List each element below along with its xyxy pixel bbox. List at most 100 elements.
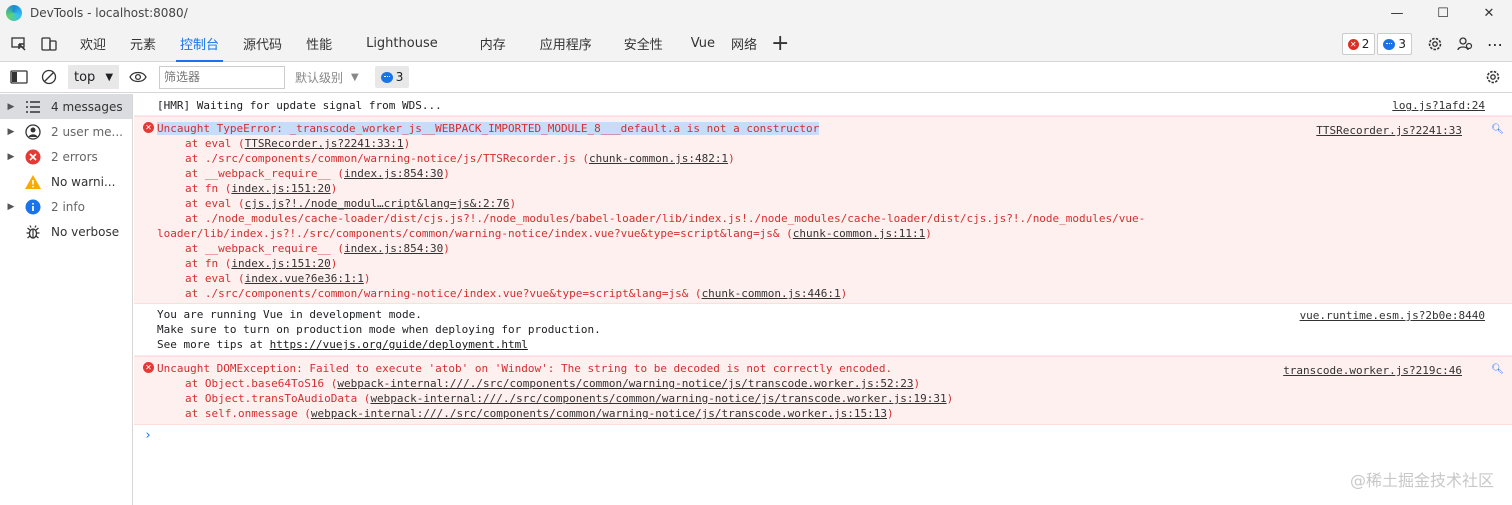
error-heading: Uncaught TypeError: _transcode_worker_js… — [157, 122, 820, 135]
chevron-down-icon: ▼ — [351, 71, 359, 83]
customize-icon[interactable] — [1450, 29, 1480, 59]
error-icon: ✕ — [143, 362, 154, 373]
sidebar-item-errors[interactable]: ▶ 2 errors — [0, 144, 132, 169]
issues-count-badge[interactable]: 3 — [1377, 33, 1412, 55]
context-selector[interactable]: top ▼ — [68, 65, 120, 89]
message-text: See more tips at https://vuejs.org/guide… — [157, 338, 528, 351]
source-link[interactable]: vue.runtime.esm.js?2b0e:8440 — [1300, 308, 1485, 323]
stack-frame: at ./src/components/common/warning-notic… — [185, 287, 848, 300]
stack-frame: at ./node_modules/cache-loader/dist/cjs.… — [185, 212, 1146, 225]
sidebar-item-messages[interactable]: ▶ 4 messages — [0, 94, 132, 119]
error-message: ✕ TTSRecorder.js?2241:33 🔍︎ Uncaught Typ… — [134, 116, 1512, 304]
minimize-button[interactable]: — — [1374, 0, 1420, 26]
source-link[interactable]: TTSRecorder.js?2241:33 — [1316, 123, 1462, 138]
sidebar-item-verbose[interactable]: No verbose — [0, 219, 132, 244]
search-icon[interactable]: 🔍︎ — [1491, 362, 1504, 377]
edge-logo-icon — [6, 5, 22, 21]
console-settings-gear-icon[interactable] — [1478, 62, 1508, 92]
log-message: [HMR] Waiting for update signal from WDS… — [134, 94, 1512, 116]
user-icon — [22, 123, 44, 140]
stack-link[interactable]: index.vue?6e36:1:1 — [245, 272, 364, 285]
sidebar-toggle-icon[interactable] — [4, 62, 34, 92]
window-title: DevTools - localhost:8080/ — [30, 6, 188, 20]
error-count-badge[interactable]: ✕ 2 — [1341, 33, 1376, 55]
error-icon: ✕ — [143, 122, 154, 133]
sidebar-item-warnings[interactable]: No warni... — [0, 169, 132, 194]
log-message: vue.runtime.esm.js?2b0e:8440 You are run… — [134, 304, 1512, 356]
stack-link[interactable]: index.js:854:30 — [344, 242, 443, 255]
chevron-down-icon: ▼ — [105, 71, 114, 83]
stack-link[interactable]: webpack-internal:///./src/components/com… — [370, 392, 946, 405]
stack-frame: at eval (cjs.js?!./node_modul…cript&lang… — [185, 197, 517, 210]
info-icon — [22, 199, 44, 215]
message-text: Make sure to turn on production mode whe… — [157, 323, 601, 336]
source-link[interactable]: log.js?1afd:24 — [1392, 98, 1485, 113]
tab-network[interactable]: 网络 — [725, 26, 763, 62]
console-sidebar: ▶ 4 messages ▶ 2 user me... ▶ 2 errors N… — [0, 94, 133, 505]
issues-button[interactable]: 3 — [374, 66, 410, 88]
docs-link[interactable]: https://vuejs.org/guide/deployment.html — [270, 338, 528, 351]
expand-arrow-icon[interactable]: ▶ — [0, 127, 22, 137]
stack-frame: at __webpack_require__ (index.js:854:30) — [185, 242, 450, 255]
expand-arrow-icon[interactable]: ▶ — [0, 152, 22, 162]
stack-frame: at __webpack_require__ (index.js:854:30) — [185, 167, 450, 180]
stack-frame: at ./src/components/common/warning-notic… — [185, 152, 735, 165]
settings-gear-icon[interactable] — [1420, 29, 1450, 59]
error-icon: ✕ — [1347, 38, 1359, 50]
expand-arrow-icon[interactable]: ▶ — [0, 102, 22, 112]
stack-frame: at Object.transToAudioData (webpack-inte… — [185, 392, 954, 405]
tab-sources[interactable]: 源代码 — [231, 26, 294, 62]
tab-elements[interactable]: 元素 — [118, 26, 168, 62]
tab-performance[interactable]: 性能 — [294, 26, 344, 62]
search-icon[interactable]: 🔍︎ — [1491, 122, 1504, 137]
device-emulation-icon[interactable] — [34, 29, 64, 59]
error-message: ✕ transcode.worker.js?219c:46 🔍︎ Uncaugh… — [134, 356, 1512, 425]
log-levels-dropdown[interactable]: 默认级别 ▼ — [295, 69, 359, 86]
tab-memory[interactable]: 内存 — [460, 26, 526, 62]
expand-arrow-icon[interactable]: ▶ — [0, 202, 22, 212]
tab-welcome[interactable]: 欢迎 — [68, 26, 118, 62]
tab-vue[interactable]: Vue — [681, 26, 725, 62]
devtools-window: DevTools - localhost:8080/ — ☐ ✕ 欢迎 元素 控… — [0, 0, 1512, 505]
tab-lighthouse[interactable]: Lighthouse — [344, 26, 460, 62]
stack-link[interactable]: webpack-internal:///./src/components/com… — [311, 407, 887, 420]
stack-link[interactable]: TTSRecorder.js?2241:33:1 — [245, 137, 404, 150]
stack-frame: at fn (index.js:151:20) — [185, 257, 338, 270]
maximize-button[interactable]: ☐ — [1420, 0, 1466, 26]
clear-console-icon[interactable] — [34, 62, 64, 92]
stack-frame: at fn (index.js:151:20) — [185, 182, 338, 195]
issues-icon — [1383, 38, 1396, 50]
stack-link[interactable]: index.js:854:30 — [344, 167, 443, 180]
stack-link[interactable]: chunk-common.js:482:1 — [589, 152, 728, 165]
tab-security[interactable]: 安全性 — [606, 26, 681, 62]
stack-frame: at eval (TTSRecorder.js?2241:33:1) — [185, 137, 411, 150]
live-expression-eye-icon[interactable] — [123, 62, 153, 92]
add-tab-icon[interactable]: + — [771, 32, 789, 55]
sidebar-item-user-messages[interactable]: ▶ 2 user me... — [0, 119, 132, 144]
stack-frame: at self.onmessage (webpack-internal:///.… — [185, 407, 894, 420]
sidebar-item-info[interactable]: ▶ 2 info — [0, 194, 132, 219]
console-prompt[interactable]: › — [134, 428, 1512, 448]
stack-frame: loader/lib/index.js?!./src/components/co… — [157, 227, 932, 240]
source-link[interactable]: transcode.worker.js?219c:46 — [1283, 363, 1462, 378]
tab-application[interactable]: 应用程序 — [526, 26, 606, 62]
stack-link[interactable]: chunk-common.js:446:1 — [702, 287, 841, 300]
console-toolbar: top ▼ 默认级别 ▼ 3 — [0, 62, 1512, 93]
watermark: @稀土掘金技术社区 — [1349, 471, 1494, 490]
close-button[interactable]: ✕ — [1466, 0, 1512, 26]
stack-frame: at Object.base64ToS16 (webpack-internal:… — [185, 377, 921, 390]
inspect-element-icon[interactable] — [4, 29, 34, 59]
stack-link[interactable]: webpack-internal:///./src/components/com… — [337, 377, 913, 390]
message-text: [HMR] Waiting for update signal from WDS… — [157, 99, 442, 112]
stack-link[interactable]: index.js:151:20 — [231, 182, 330, 195]
title-bar: DevTools - localhost:8080/ — ☐ ✕ — [0, 0, 1512, 26]
stack-link[interactable]: index.js:151:20 — [231, 257, 330, 270]
tab-console[interactable]: 控制台 — [168, 26, 231, 62]
filter-input[interactable] — [159, 65, 286, 89]
stack-link[interactable]: chunk-common.js:11:1 — [793, 227, 925, 240]
more-options-icon[interactable]: ⋯ — [1480, 29, 1510, 59]
stack-link[interactable]: cjs.js?!./node_modul…cript&lang=js&:2:76 — [245, 197, 510, 210]
issues-icon — [380, 71, 393, 83]
prompt-chevron-icon: › — [144, 428, 152, 443]
console-messages: [HMR] Waiting for update signal from WDS… — [134, 94, 1512, 505]
